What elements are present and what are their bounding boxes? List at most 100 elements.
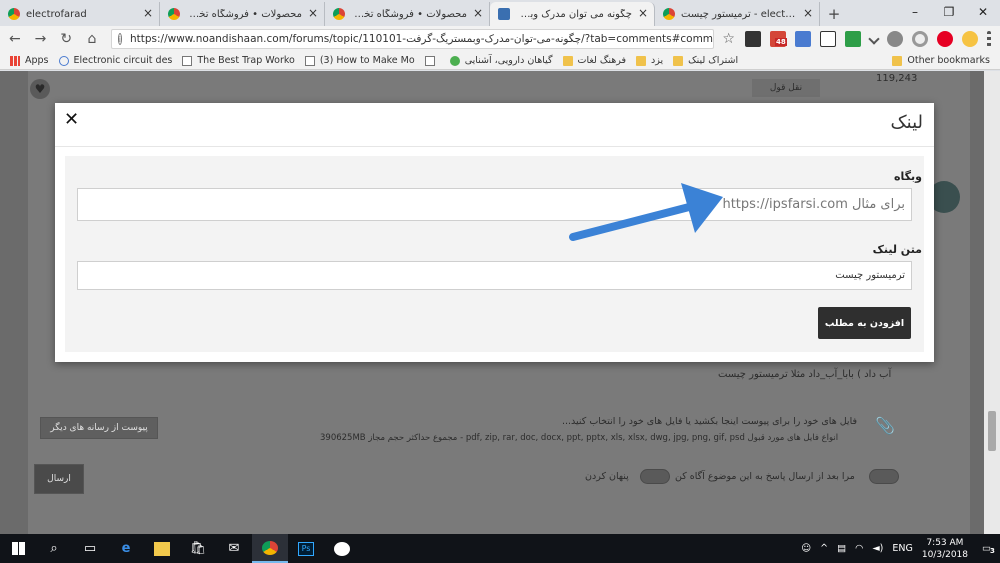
bookmark-item[interactable]: گیاهان دارویی، آشنایی — [449, 55, 553, 66]
paperclip-icon: 📎 — [875, 416, 895, 435]
page-icon — [182, 55, 193, 66]
other-media-button[interactable]: پیوست از رسانه های دیگر — [40, 417, 158, 439]
wifi-icon[interactable]: ◠ — [855, 543, 863, 554]
scrollbar-thumb[interactable] — [988, 411, 996, 451]
store-icon[interactable]: 🛍 — [180, 534, 216, 563]
electrofarad-favicon — [663, 8, 675, 20]
quote-button[interactable]: نقل قول — [752, 79, 820, 97]
website-label: وبگاه — [894, 170, 922, 183]
forward-button[interactable]: → — [30, 28, 52, 50]
browser-tab[interactable]: محصولات • فروشگاه تخصصی ج × — [325, 2, 490, 26]
info-icon[interactable]: i — [117, 33, 122, 45]
search-icon[interactable]: ⌕ — [36, 534, 72, 563]
folder-icon — [673, 55, 684, 66]
gmail-badge: 48 — [774, 38, 787, 46]
apps-grid-icon — [10, 55, 20, 66]
close-icon[interactable]: × — [803, 6, 813, 20]
other-bookmarks[interactable]: Other bookmarks — [892, 55, 990, 66]
tab-strip: electrofarad × محصولات • فروشگاه تخصصی ج… — [0, 0, 1000, 26]
chevron-down-icon[interactable] — [868, 33, 880, 45]
file-explorer-icon[interactable] — [144, 534, 180, 563]
clock-date: 10/3/2018 — [921, 549, 969, 560]
back-button[interactable]: ← — [4, 28, 26, 50]
proxy-app-icon[interactable] — [324, 534, 360, 563]
link-text-label: متن لینک — [872, 243, 922, 256]
new-tab-button[interactable]: + — [824, 2, 844, 26]
chrome-icon[interactable] — [252, 534, 288, 563]
bookmark-item[interactable] — [424, 55, 440, 66]
heart-icon[interactable]: ♥ — [30, 79, 50, 99]
bookmark-folder[interactable]: اشتراک لینک — [673, 55, 738, 66]
extension-icon[interactable] — [744, 31, 761, 47]
browser-tab-active[interactable]: چگونه می توان مدرک وبمستریگ × — [490, 2, 655, 26]
task-view-icon[interactable]: ▭ — [72, 534, 108, 563]
start-button[interactable] — [0, 534, 36, 563]
bookmark-label: (3) How to Make Mo — [319, 55, 415, 66]
translate-icon[interactable] — [794, 31, 811, 47]
bookmark-folder[interactable]: فرهنگ لغات — [562, 55, 626, 66]
bookmark-label: Electronic circuit des — [73, 55, 173, 66]
bookmark-label: یزد — [651, 55, 664, 66]
notify-toggle[interactable] — [869, 469, 899, 484]
page-icon — [424, 55, 435, 66]
bookmark-star-icon[interactable]: ☆ — [722, 31, 735, 47]
extensions-area: 48 — [744, 31, 1000, 47]
people-icon[interactable]: ☺ — [801, 543, 811, 554]
extension-n-icon[interactable] — [819, 31, 836, 47]
send-button[interactable]: ارسال — [34, 464, 84, 494]
add-to-post-button[interactable]: افزودن به مطلب — [818, 307, 911, 339]
hide-toggle[interactable] — [640, 469, 670, 484]
minimize-button[interactable]: – — [898, 0, 932, 24]
photoshop-icon[interactable]: Ps — [288, 534, 324, 563]
record-icon[interactable] — [911, 31, 928, 47]
network-icon[interactable]: ▤ — [837, 543, 846, 554]
clock-time: 7:53 AM — [926, 537, 964, 548]
browser-tab[interactable]: محصولات • فروشگاه تخصصی ج × — [160, 2, 325, 26]
browser-tab[interactable]: electrofarad × — [0, 2, 160, 26]
bookmark-item[interactable]: Electronic circuit des — [58, 55, 173, 66]
close-icon[interactable]: × — [638, 6, 648, 20]
edge-icon[interactable]: e — [108, 534, 144, 563]
browser-tab[interactable]: ترمیستور چیست - electrofarad × — [655, 2, 820, 26]
extension-green-icon[interactable] — [844, 31, 861, 47]
bookmark-apps[interactable]: Apps — [10, 55, 49, 66]
gmail-icon[interactable]: 48 — [769, 31, 787, 47]
dialog-header: ✕ لینک — [55, 103, 934, 147]
volume-icon[interactable]: ◄) — [872, 543, 883, 554]
clock[interactable]: 7:53 AM 10/3/2018 — [922, 537, 968, 561]
close-icon[interactable]: × — [473, 6, 483, 20]
language-indicator[interactable]: ENG — [892, 543, 912, 554]
bookmark-item[interactable]: (3) How to Make Mo — [304, 55, 415, 66]
editor-text: آب داد ) بابا_آب_داد مثلا ترمیستور چیست — [718, 369, 892, 380]
chevron-up-icon[interactable]: ^ — [820, 543, 828, 554]
close-icon[interactable]: ✕ — [64, 109, 79, 130]
page-scrollbar[interactable] — [984, 71, 1000, 534]
home-button[interactable]: ⌂ — [81, 28, 103, 50]
website-input[interactable]: برای مثال https://ipsfarsi.com — [77, 188, 912, 221]
system-tray: ☺ ^ ▤ ◠ ◄) ENG 7:53 AM 10/3/2018 ▭ 3 — [801, 534, 1000, 563]
notification-icon[interactable]: ▭ 3 — [982, 543, 995, 555]
notify-label: مرا بعد از ارسال پاسخ به این موضوع آگاه … — [675, 471, 855, 482]
bookmark-label: Other bookmarks — [907, 55, 990, 66]
mail-icon[interactable]: ✉ — [216, 534, 252, 563]
hide-label: پنهان کردن — [585, 471, 629, 482]
electrofarad-favicon — [8, 8, 20, 20]
bookmark-item[interactable]: The Best Trap Worko — [182, 55, 295, 66]
tab-title: electrofarad — [26, 8, 87, 20]
emoji-icon[interactable] — [961, 31, 978, 47]
close-icon[interactable]: × — [308, 6, 318, 20]
address-bar[interactable]: i https://www.noandishaan.com/forums/top… — [110, 29, 715, 49]
page-content: ♥ 119,243 نقل قول آب داد ) بابا_آب_داد م… — [0, 71, 1000, 534]
menu-icon[interactable] — [986, 31, 991, 47]
pinterest-icon[interactable] — [936, 31, 953, 47]
attach-drop-text[interactable]: فایل های خود را برای پیوست اینجا بکشید ی… — [562, 416, 857, 427]
circle-icon[interactable] — [886, 31, 903, 47]
attach-types-text: انواع فایل های مورد قبول pdf, zip, rar, … — [320, 433, 839, 443]
maximize-button[interactable]: ❐ — [932, 0, 966, 24]
link-text-input[interactable]: ترمیستور چیست — [77, 261, 912, 290]
reload-button[interactable]: ↻ — [55, 28, 77, 50]
close-window-button[interactable]: ✕ — [966, 0, 1000, 24]
views-count: 119,243 — [876, 73, 918, 84]
close-icon[interactable]: × — [143, 6, 153, 20]
bookmark-folder[interactable]: یزد — [636, 55, 663, 66]
